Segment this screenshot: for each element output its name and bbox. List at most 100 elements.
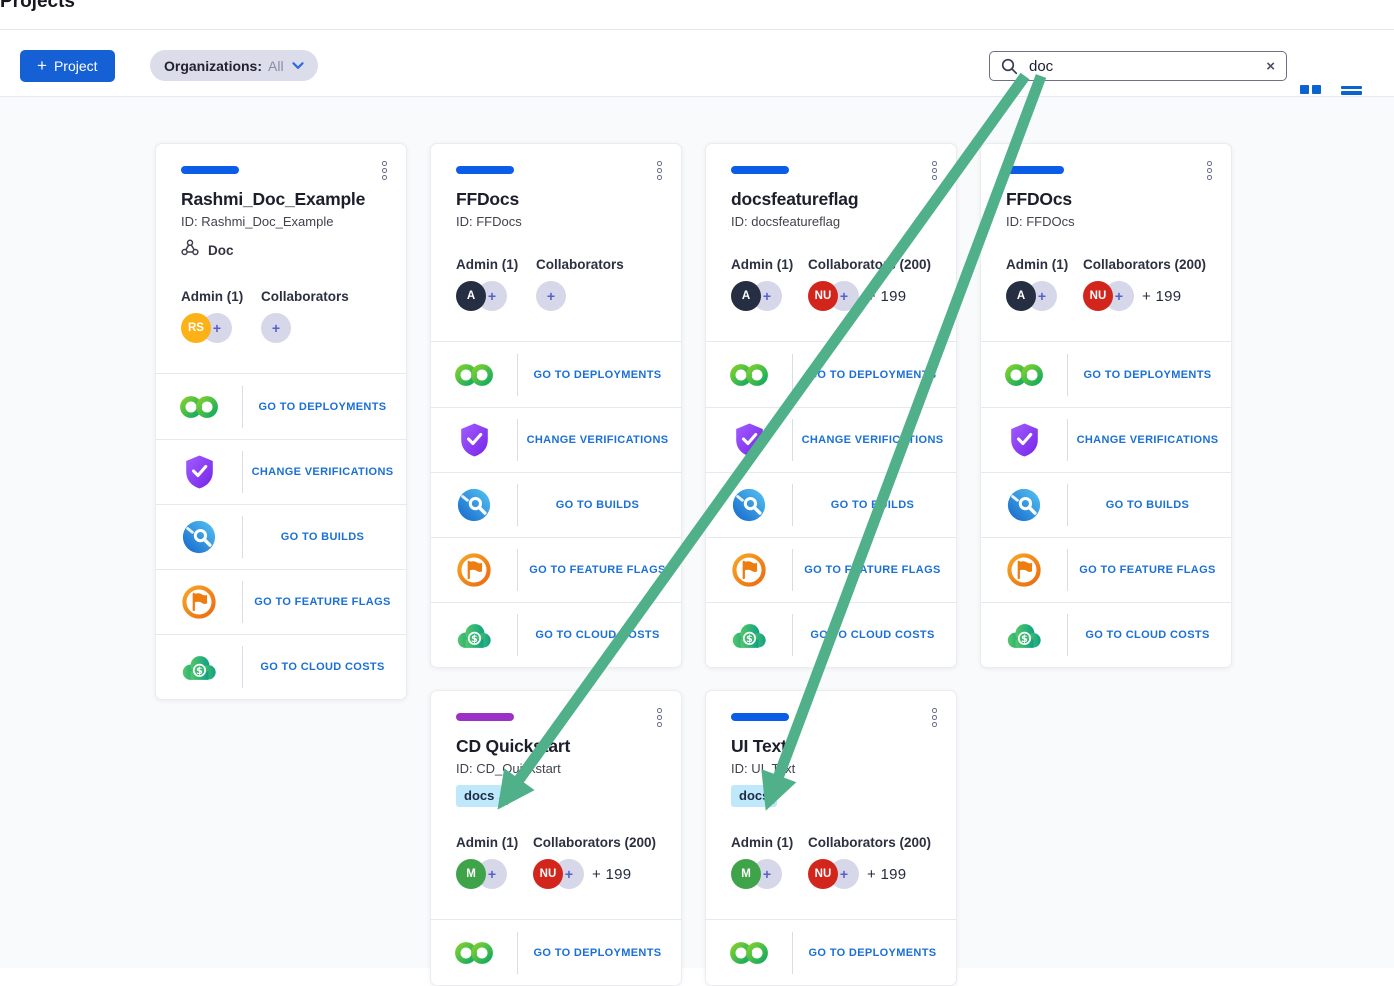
- action-link[interactable]: GO TO FEATURE FLAGS: [1068, 564, 1231, 576]
- card-action-row[interactable]: GO TO BUILDS: [431, 472, 681, 537]
- project-card[interactable]: Rashmi_Doc_Example ID: Rashmi_Doc_Exampl…: [155, 143, 407, 700]
- action-link[interactable]: GO TO DEPLOYMENTS: [793, 369, 956, 381]
- feature-flags-icon: [431, 552, 517, 588]
- card-action-row[interactable]: GO TO DEPLOYMENTS: [156, 374, 406, 439]
- action-link[interactable]: CHANGE VERIFICATIONS: [518, 434, 681, 446]
- toolbar: + Project Organizations: All ×: [0, 30, 1394, 96]
- feature-flags-icon: [706, 552, 792, 588]
- card-actions: GO TO DEPLOYMENTS CHANGE VERIFICATIONS G…: [981, 341, 1231, 667]
- project-id: ID: CD_Quickstart: [456, 761, 656, 776]
- projects-grid: Rashmi_Doc_Example ID: Rashmi_Doc_Exampl…: [0, 97, 1394, 968]
- collaborator-avatar[interactable]: NU: [808, 859, 838, 889]
- card-action-row[interactable]: CHANGE VERIFICATIONS: [431, 407, 681, 472]
- collaborator-avatar[interactable]: NU: [1083, 281, 1113, 311]
- collaborators-overflow-count: + 199: [1142, 288, 1181, 305]
- admin-avatar[interactable]: A: [1006, 281, 1036, 311]
- project-card[interactable]: FFDOcs ID: FFDOcs Admin (1) A + Collabor…: [980, 143, 1232, 668]
- action-link[interactable]: CHANGE VERIFICATIONS: [1068, 434, 1231, 446]
- card-action-row[interactable]: $ GO TO CLOUD COSTS: [706, 602, 956, 667]
- action-link[interactable]: CHANGE VERIFICATIONS: [793, 434, 956, 446]
- card-accent-bar: [731, 166, 789, 174]
- card-accent-bar: [731, 713, 789, 721]
- add-collaborator-button[interactable]: +: [261, 313, 291, 343]
- card-action-row[interactable]: GO TO DEPLOYMENTS: [981, 342, 1231, 407]
- action-link[interactable]: GO TO BUILDS: [518, 499, 681, 511]
- card-action-row[interactable]: CHANGE VERIFICATIONS: [156, 439, 406, 504]
- card-action-row[interactable]: GO TO FEATURE FLAGS: [431, 537, 681, 602]
- card-action-row[interactable]: GO TO DEPLOYMENTS: [431, 342, 681, 407]
- collaborators-count-label: Collaborators (200): [533, 835, 656, 850]
- card-menu-button[interactable]: [930, 706, 939, 729]
- admin-avatar[interactable]: A: [456, 281, 486, 311]
- card-action-row[interactable]: GO TO BUILDS: [706, 472, 956, 537]
- admin-avatar[interactable]: A: [731, 281, 761, 311]
- builds-icon: [981, 487, 1067, 523]
- card-action-row[interactable]: GO TO FEATURE FLAGS: [706, 537, 956, 602]
- action-link[interactable]: GO TO CLOUD COSTS: [518, 629, 681, 641]
- action-link[interactable]: GO TO DEPLOYMENTS: [518, 947, 681, 959]
- admin-avatar[interactable]: M: [456, 859, 486, 889]
- card-menu-button[interactable]: [655, 159, 664, 182]
- card-action-row[interactable]: GO TO FEATURE FLAGS: [981, 537, 1231, 602]
- members-section: Admin (1) M + Collaborators (200) NU + +…: [731, 835, 931, 919]
- cloud-costs-icon: $: [706, 620, 792, 651]
- deployments-icon: [706, 362, 792, 388]
- organizations-filter-value: All: [268, 58, 284, 74]
- project-name[interactable]: docsfeatureflag: [731, 189, 931, 210]
- deployments-icon: [431, 940, 517, 966]
- collaborator-avatar[interactable]: NU: [808, 281, 838, 311]
- add-project-button[interactable]: + Project: [20, 50, 115, 82]
- action-link[interactable]: GO TO DEPLOYMENTS: [243, 401, 406, 413]
- card-action-row[interactable]: GO TO DEPLOYMENTS: [706, 342, 956, 407]
- card-action-row[interactable]: CHANGE VERIFICATIONS: [706, 407, 956, 472]
- action-link[interactable]: GO TO DEPLOYMENTS: [518, 369, 681, 381]
- cloud-costs-icon: $: [431, 620, 517, 651]
- add-collaborator-button[interactable]: +: [536, 281, 566, 311]
- action-link[interactable]: GO TO DEPLOYMENTS: [1068, 369, 1231, 381]
- action-link[interactable]: GO TO DEPLOYMENTS: [793, 947, 956, 959]
- search-input[interactable]: [1027, 57, 1266, 76]
- card-action-row[interactable]: $ GO TO CLOUD COSTS: [156, 634, 406, 699]
- card-menu-button[interactable]: [655, 706, 664, 729]
- action-link[interactable]: GO TO BUILDS: [793, 499, 956, 511]
- project-name[interactable]: FFDOcs: [1006, 189, 1206, 210]
- project-card[interactable]: FFDocs ID: FFDocs Admin (1) A + Collabor…: [430, 143, 682, 668]
- action-link[interactable]: GO TO CLOUD COSTS: [793, 629, 956, 641]
- project-name[interactable]: FFDocs: [456, 189, 656, 210]
- card-menu-button[interactable]: [1205, 159, 1214, 182]
- card-action-row[interactable]: $ GO TO CLOUD COSTS: [981, 602, 1231, 667]
- action-link[interactable]: GO TO CLOUD COSTS: [243, 661, 406, 673]
- card-action-row[interactable]: GO TO BUILDS: [156, 504, 406, 569]
- action-link[interactable]: GO TO FEATURE FLAGS: [518, 564, 681, 576]
- project-name[interactable]: UI Text: [731, 736, 931, 757]
- action-link[interactable]: GO TO BUILDS: [1068, 499, 1231, 511]
- clear-search-button[interactable]: ×: [1266, 59, 1275, 74]
- verifications-icon: [981, 422, 1067, 458]
- project-name[interactable]: CD Quickstart: [456, 736, 656, 757]
- project-card[interactable]: docsfeatureflag ID: docsfeatureflag Admi…: [705, 143, 957, 668]
- project-card[interactable]: CD Quickstart ID: CD_Quickstart docs Adm…: [430, 690, 682, 986]
- action-link[interactable]: GO TO BUILDS: [243, 531, 406, 543]
- card-action-row[interactable]: GO TO FEATURE FLAGS: [156, 569, 406, 634]
- card-action-row[interactable]: GO TO DEPLOYMENTS: [431, 920, 681, 985]
- organizations-filter-dropdown[interactable]: Organizations: All: [150, 50, 318, 81]
- admin-avatar[interactable]: M: [731, 859, 761, 889]
- admin-avatar[interactable]: RS: [181, 313, 211, 343]
- card-menu-button[interactable]: [930, 159, 939, 182]
- action-link[interactable]: CHANGE VERIFICATIONS: [243, 466, 406, 478]
- action-link[interactable]: GO TO CLOUD COSTS: [1068, 629, 1231, 641]
- card-menu-button[interactable]: [380, 159, 389, 182]
- project-tag-chip-row: docs: [456, 785, 656, 807]
- admin-count-label: Admin (1): [731, 835, 808, 850]
- card-action-row[interactable]: $ GO TO CLOUD COSTS: [431, 602, 681, 667]
- card-action-row[interactable]: GO TO DEPLOYMENTS: [706, 920, 956, 985]
- collaborators-overflow-count: + 199: [867, 866, 906, 883]
- tag-chip: docs: [731, 785, 777, 807]
- action-link[interactable]: GO TO FEATURE FLAGS: [793, 564, 956, 576]
- project-name[interactable]: Rashmi_Doc_Example: [181, 189, 381, 210]
- card-action-row[interactable]: CHANGE VERIFICATIONS: [981, 407, 1231, 472]
- action-link[interactable]: GO TO FEATURE FLAGS: [243, 596, 406, 608]
- card-action-row[interactable]: GO TO BUILDS: [981, 472, 1231, 537]
- project-card[interactable]: UI Text ID: UI_Text docs Admin (1) M + C…: [705, 690, 957, 986]
- collaborator-avatar[interactable]: NU: [533, 859, 563, 889]
